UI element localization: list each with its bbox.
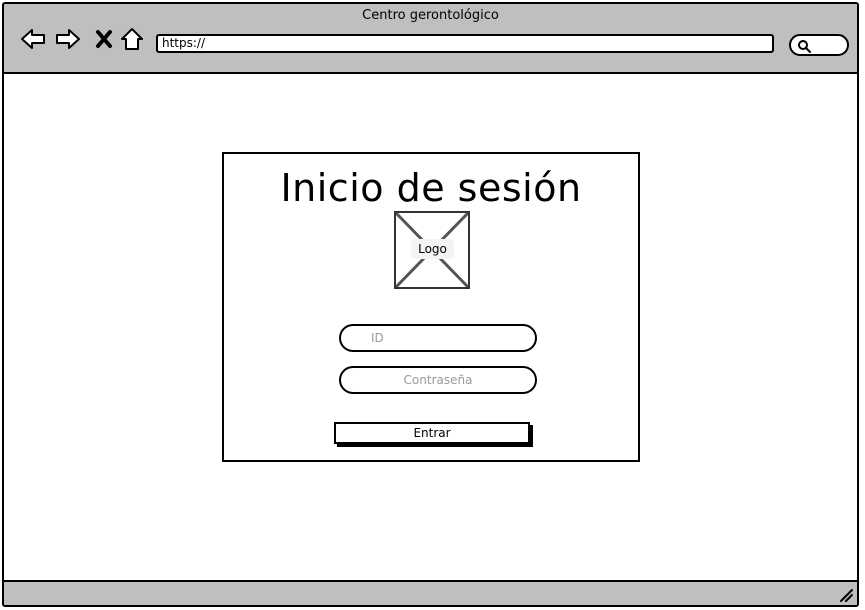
id-input[interactable] [339, 324, 537, 352]
enter-button[interactable]: Entrar [334, 422, 530, 444]
arrow-left-icon [21, 29, 45, 49]
resize-grip-icon[interactable] [837, 586, 853, 602]
browser-window: Centro gerontológico https:// Inicio de … [2, 2, 859, 607]
search-icon [798, 40, 811, 53]
arrow-right-icon [56, 29, 80, 49]
browser-toolbar: Centro gerontológico https:// [4, 4, 857, 74]
stop-button[interactable] [89, 24, 119, 54]
forward-button[interactable] [53, 24, 83, 54]
login-title: Inicio de sesión [280, 166, 582, 210]
password-input[interactable] [339, 366, 537, 394]
logo-label: Logo [411, 239, 454, 259]
home-icon [121, 28, 143, 50]
address-bar[interactable]: https:// [156, 34, 774, 53]
status-bar [4, 580, 857, 605]
close-icon [96, 30, 112, 48]
logo-image-placeholder: Logo [394, 211, 470, 289]
window-title: Centro gerontológico [362, 8, 499, 23]
search-box[interactable] [789, 34, 849, 56]
back-button[interactable] [18, 24, 48, 54]
home-button[interactable] [117, 24, 147, 54]
login-panel: Inicio de sesión Logo Entrar [222, 152, 640, 462]
page-content: Inicio de sesión Logo Entrar [4, 76, 857, 584]
